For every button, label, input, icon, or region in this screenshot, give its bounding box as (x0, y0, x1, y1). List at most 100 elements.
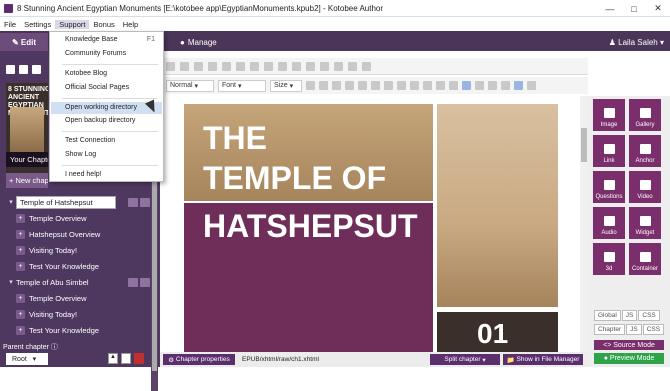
menu-file[interactable]: File (0, 20, 20, 29)
chapter-title-input[interactable]: Temple of Hatshepsut (16, 195, 116, 209)
chapter-item[interactable]: + Hatshepsut Overview (6, 226, 152, 242)
list-icon[interactable] (140, 277, 150, 287)
paste-text-icon[interactable] (208, 61, 217, 71)
menu-item-community-forums[interactable]: Community Forums (65, 50, 126, 57)
hr-icon[interactable] (306, 61, 315, 71)
collapse-icon[interactable]: ▾ (6, 277, 16, 287)
plus-icon[interactable]: + (16, 325, 25, 335)
video-widget-button[interactable]: Video (629, 171, 661, 203)
plus-icon[interactable]: + (16, 261, 25, 271)
plus-icon[interactable]: + (16, 245, 25, 255)
chapter-item[interactable]: + Visiting Today! (6, 242, 152, 258)
subscript-icon[interactable] (358, 81, 367, 90)
copy-icon[interactable] (180, 61, 189, 71)
rtl-icon[interactable] (527, 81, 536, 90)
ltr-icon[interactable] (514, 81, 523, 90)
italic-icon[interactable] (319, 81, 328, 90)
3d-widget-button[interactable]: 3d (593, 243, 625, 275)
tab-manage[interactable]: ● Manage (180, 33, 217, 51)
special-char-icon[interactable] (320, 61, 329, 71)
paste-word-icon[interactable] (222, 61, 231, 71)
user-menu[interactable]: ♟ Laila Saleh ▾ (609, 33, 664, 51)
text-color-icon[interactable] (264, 61, 273, 71)
split-chapter-button[interactable]: Split chapter ▾ (430, 354, 500, 365)
chapter-item[interactable]: + Temple Overview (6, 210, 152, 226)
menu-support[interactable]: Support (55, 19, 90, 29)
chapter-properties-button[interactable]: ⚙ Chapter properties (163, 354, 235, 365)
chapter-js-button[interactable]: JS (626, 324, 642, 335)
menu-item-knowledge-base[interactable]: Knowledge Base (65, 36, 118, 43)
numbered-list-icon[interactable] (397, 81, 406, 90)
chapter-item[interactable]: + Visiting Today! (6, 306, 152, 322)
new-chapter-button[interactable]: + New chapter (6, 173, 48, 188)
plus-icon[interactable]: + (16, 229, 25, 239)
menu-item-kotobee-blog[interactable]: Kotobee Blog (65, 70, 107, 77)
list-icon[interactable] (140, 197, 150, 207)
chapter-item[interactable]: ▾ Temple of Hatshepsut (6, 194, 152, 210)
menu-item-need-help[interactable]: I need help! (65, 171, 102, 178)
image-widget-button[interactable]: Image (593, 99, 625, 131)
replace-icon[interactable] (348, 61, 357, 71)
move-up-icon[interactable]: ▲ (108, 353, 118, 364)
gallery-widget-button[interactable]: Gallery (629, 99, 661, 131)
anchor-widget-button[interactable]: Anchor (629, 135, 661, 167)
menu-item-open-backup-directory[interactable]: Open backup directory (65, 117, 135, 124)
preview-mode-button[interactable]: ● Preview Mode (594, 353, 664, 364)
find-icon[interactable] (334, 61, 343, 71)
plus-icon[interactable]: + (16, 293, 25, 303)
tab-edit[interactable]: ✎ Edit (0, 33, 48, 51)
menu-item-test-connection[interactable]: Test Connection (65, 137, 115, 144)
source-mode-button[interactable]: <> Source Mode (594, 340, 664, 350)
justify-icon[interactable] (501, 81, 510, 90)
link-widget-button[interactable]: Link (593, 135, 625, 167)
chapter-item[interactable]: + Test Your Knowledge (6, 322, 152, 338)
table-icon[interactable] (292, 61, 301, 71)
superscript-icon[interactable] (371, 81, 380, 90)
menu-item-social-pages[interactable]: Official Social Pages (65, 84, 129, 91)
questions-widget-button[interactable]: Questions (593, 171, 625, 203)
font-select[interactable]: Font ▾ (218, 79, 266, 92)
select-all-icon[interactable] (362, 61, 371, 71)
parent-chapter-select[interactable]: Root ▾ (6, 353, 48, 365)
container-widget-button[interactable]: Container (629, 243, 661, 275)
new-file-icon[interactable] (6, 65, 15, 74)
redo-icon[interactable] (250, 61, 259, 71)
plus-icon[interactable]: + (16, 213, 25, 223)
save-file-icon[interactable] (32, 65, 41, 74)
eye-icon[interactable] (128, 197, 138, 207)
global-css-button[interactable]: CSS (638, 310, 660, 321)
show-in-file-manager-button[interactable]: 📁 Show in File Manager (503, 354, 583, 365)
undo-icon[interactable] (236, 61, 245, 71)
close-icon[interactable]: ✕ (646, 0, 670, 17)
bullet-list-icon[interactable] (410, 81, 419, 90)
audio-widget-button[interactable]: Audio (593, 207, 625, 239)
cut-icon[interactable] (166, 61, 175, 71)
collapse-icon[interactable]: ▾ (6, 197, 16, 207)
bold-icon[interactable] (306, 81, 315, 90)
copy-icon[interactable] (121, 353, 131, 364)
size-select[interactable]: Size ▾ (270, 79, 302, 92)
chapter-item[interactable]: + Test Your Knowledge (6, 258, 152, 274)
blockquote-icon[interactable] (449, 81, 458, 90)
widget-widget-button[interactable]: Widget (629, 207, 661, 239)
delete-icon[interactable] (134, 353, 144, 364)
editor-scroll-thumb[interactable] (581, 128, 587, 162)
chapter-css-button[interactable]: CSS (642, 324, 665, 335)
menu-help[interactable]: Help (119, 20, 142, 29)
indent-icon[interactable] (436, 81, 445, 90)
underline-icon[interactable] (332, 81, 341, 90)
align-left-icon[interactable] (462, 81, 471, 90)
outdent-icon[interactable] (423, 81, 432, 90)
open-file-icon[interactable] (19, 65, 28, 74)
menu-item-show-log[interactable]: Show Log (65, 151, 96, 158)
menu-bonus[interactable]: Bonus (89, 20, 118, 29)
chapter-item[interactable]: + Temple Overview (6, 290, 152, 306)
bg-color-icon[interactable] (278, 61, 287, 71)
editor-scrollbar[interactable] (580, 96, 588, 352)
global-js-button[interactable]: JS (621, 310, 638, 321)
eye-icon[interactable] (128, 277, 138, 287)
strike-icon[interactable] (345, 81, 354, 90)
plus-icon[interactable]: + (16, 309, 25, 319)
align-center-icon[interactable] (475, 81, 484, 90)
paste-icon[interactable] (194, 61, 203, 71)
